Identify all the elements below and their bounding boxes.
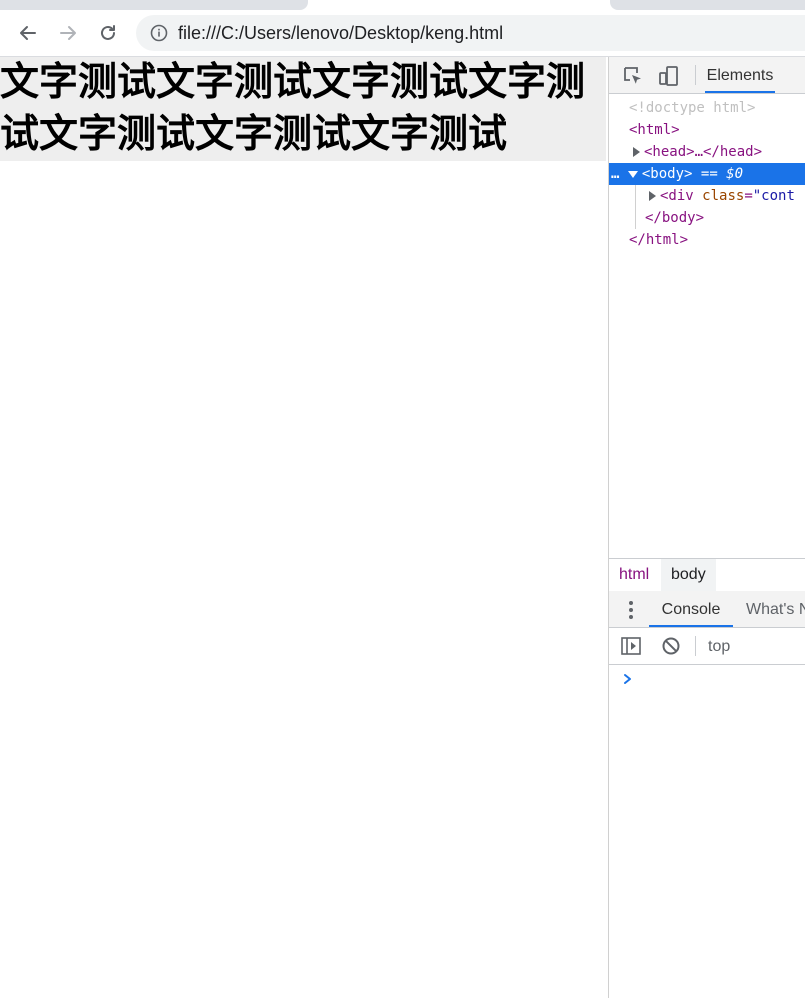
dom-node-body[interactable]: … <body> == $0 — [609, 163, 805, 185]
device-toolbar-icon[interactable] — [657, 64, 681, 88]
toolbar-divider — [695, 65, 696, 85]
arrow-right-icon — [60, 26, 76, 40]
selected-node-marker: == $0 — [700, 166, 744, 182]
clear-console-icon[interactable] — [660, 635, 682, 657]
browser-toolbar: file:///C:/Users/lenovo/Desktop/keng.htm… — [0, 10, 805, 57]
dom-node-head[interactable]: <head>…</head> — [609, 141, 805, 163]
body-close-tag: </body> — [645, 210, 705, 226]
breadcrumb: html body — [609, 558, 805, 592]
more-options-icon[interactable]: … — [611, 166, 619, 182]
console-toolbar-divider — [695, 636, 696, 656]
inspect-element-icon[interactable] — [621, 64, 645, 88]
reload-icon — [101, 25, 115, 40]
tab-strip — [0, 0, 805, 10]
kebab-menu-icon[interactable] — [623, 599, 639, 621]
devtools-panel: Elements <!doctype html> <html> <head>…<… — [608, 57, 805, 998]
breadcrumb-html[interactable]: html — [609, 559, 659, 591]
address-bar[interactable]: file:///C:/Users/lenovo/Desktop/keng.htm… — [136, 15, 805, 51]
chevron-right-icon — [624, 674, 631, 684]
tree-guide-line — [635, 185, 636, 229]
context-selector[interactable]: top — [708, 628, 730, 664]
dom-node-html-close[interactable]: </html> — [609, 229, 805, 251]
content-text: 文字测试文字测试文字测试文字测试文字测试文字测试文字测试 — [0, 60, 586, 157]
html-open-tag: <html> — [629, 122, 680, 138]
doctype-text: <!doctype html> — [629, 100, 756, 116]
address-url[interactable]: file:///C:/Users/lenovo/Desktop/keng.htm… — [178, 15, 503, 51]
head-tag: <head>…</head> — [644, 144, 763, 160]
page-viewport: 文字测试文字测试文字测试文字测试文字测试文字测试文字测试 — [0, 57, 608, 998]
console-toolbar: top — [609, 628, 805, 665]
tab-strip-segment-left[interactable] — [0, 0, 308, 10]
console-input[interactable] — [609, 669, 805, 693]
info-icon[interactable] — [150, 24, 168, 42]
sidebar-toggle-icon[interactable] — [620, 635, 642, 657]
back-button[interactable] — [13, 18, 43, 48]
dom-node-body-close[interactable]: </body> — [609, 207, 805, 229]
div-attr-name: class — [702, 188, 745, 204]
tab-whats-new[interactable]: What's N — [746, 591, 805, 627]
tab-console[interactable]: Console — [649, 591, 733, 627]
dom-node-html[interactable]: <html> — [609, 119, 805, 141]
collapse-triangle-icon[interactable] — [627, 170, 638, 178]
breadcrumb-body[interactable]: body — [661, 559, 716, 591]
devtools-tabbar: Elements — [609, 57, 805, 94]
html-close-tag: </html> — [629, 232, 689, 248]
expand-triangle-icon[interactable] — [633, 147, 640, 157]
drawer-tabbar: Console What's N — [609, 591, 805, 628]
tab-strip-segment-right[interactable] — [610, 0, 805, 10]
div-open-tag: <div — [660, 188, 694, 204]
tab-elements[interactable]: Elements — [705, 57, 775, 93]
div-attr-value: "cont — [752, 188, 795, 204]
body-open-tag: <body> — [641, 166, 693, 182]
content-div: 文字测试文字测试文字测试文字测试文字测试文字测试文字测试 — [0, 57, 606, 161]
arrow-left-icon — [20, 26, 36, 40]
dom-node-doctype[interactable]: <!doctype html> — [609, 97, 805, 119]
dom-node-div[interactable]: <div class="cont — [609, 185, 805, 207]
reload-button[interactable] — [93, 18, 123, 48]
dom-tree: <!doctype html> <html> <head>…</head> … … — [609, 97, 805, 251]
forward-button[interactable] — [53, 18, 83, 48]
expand-triangle-icon[interactable] — [649, 191, 656, 201]
